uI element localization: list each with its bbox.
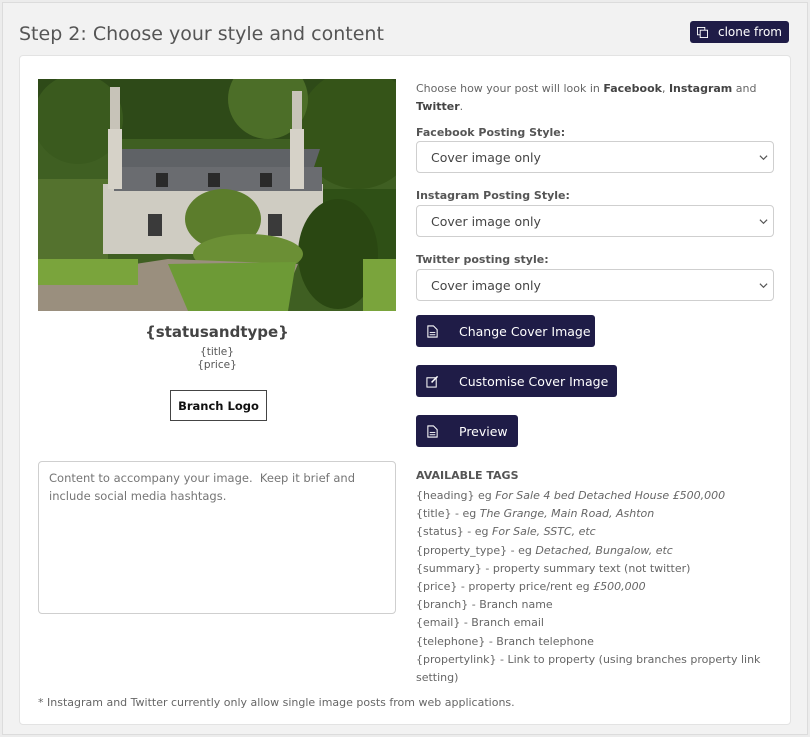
facebook-style-select[interactable]: Cover image only bbox=[416, 141, 774, 173]
tag-item: {price} - property price/rent eg £500,00… bbox=[416, 580, 646, 594]
customise-cover-image-button[interactable]: Customise Cover Image bbox=[416, 365, 617, 397]
tag-item: {email} - Branch email bbox=[416, 616, 544, 630]
chevron-down-icon bbox=[759, 283, 768, 289]
tag-item: {propertylink} - Link to property (using… bbox=[416, 652, 761, 685]
clone-from-label: clone from bbox=[717, 25, 782, 39]
twitter-style-value: Cover image only bbox=[431, 277, 541, 293]
available-tags-heading: AVAILABLE TAGS bbox=[416, 469, 519, 482]
twitter-style-label: Twitter posting style: bbox=[416, 253, 549, 266]
chevron-down-icon bbox=[759, 155, 768, 161]
instagram-style-value: Cover image only bbox=[431, 213, 541, 229]
chevron-down-icon bbox=[759, 219, 768, 225]
facebook-style-label: Facebook Posting Style: bbox=[416, 126, 566, 139]
price-tag: {price} bbox=[197, 359, 237, 371]
title-tag: {title} bbox=[200, 346, 234, 358]
step-title: Step 2: Choose your style and content bbox=[19, 23, 384, 45]
change-cover-image-label: Change Cover Image bbox=[459, 323, 591, 339]
tags-list: {heading} eg For Sale 4 bed Detached Hou… bbox=[416, 487, 771, 687]
tag-item: {status} - eg For Sale, SSTC, etc bbox=[416, 525, 596, 539]
twitter-name: Twitter bbox=[416, 100, 460, 113]
cover-image bbox=[38, 79, 396, 311]
clone-from-button[interactable]: clone from bbox=[690, 21, 789, 43]
twitter-style-select[interactable]: Cover image only bbox=[416, 269, 774, 301]
house-photo bbox=[38, 79, 396, 311]
preview-label: Preview bbox=[459, 423, 508, 439]
step-panel: Step 2: Choose your style and content cl… bbox=[2, 2, 808, 735]
branch-logo: Branch Logo bbox=[170, 390, 267, 421]
instagram-name: Instagram bbox=[668, 82, 733, 95]
post-content-textarea[interactable] bbox=[38, 461, 396, 614]
preview-button[interactable]: Preview bbox=[416, 415, 518, 447]
tag-item: {branch} - Branch name bbox=[416, 598, 553, 612]
edit-icon bbox=[426, 375, 439, 388]
change-cover-image-button[interactable]: Change Cover Image bbox=[416, 315, 595, 347]
facebook-style-value: Cover image only bbox=[431, 149, 541, 165]
document-icon bbox=[427, 424, 438, 438]
tag-item: {title} - eg The Grange, Main Road, Asht… bbox=[416, 507, 655, 521]
instagram-style-select[interactable]: Cover image only bbox=[416, 205, 774, 237]
tag-item: {property_type} - eg Detached, Bungalow,… bbox=[416, 543, 673, 557]
intro-text: Choose how your post will look in Facebo… bbox=[416, 82, 757, 113]
copy-icon bbox=[696, 26, 708, 38]
footnote: * Instagram and Twitter currently only a… bbox=[38, 696, 515, 709]
instagram-style-label: Instagram Posting Style: bbox=[416, 189, 570, 202]
content-card: {statusandtype} {title} {price} Branch L… bbox=[19, 55, 791, 725]
document-icon bbox=[427, 324, 438, 338]
tag-item: {telephone} - Branch telephone bbox=[416, 634, 594, 648]
tag-item: {summary} - property summary text (not t… bbox=[416, 561, 691, 575]
status-heading: {statusandtype} bbox=[145, 323, 289, 341]
facebook-name: Facebook bbox=[603, 82, 662, 95]
tag-item: {heading} eg For Sale 4 bed Detached Hou… bbox=[416, 489, 726, 502]
customise-cover-image-label: Customise Cover Image bbox=[459, 373, 609, 389]
